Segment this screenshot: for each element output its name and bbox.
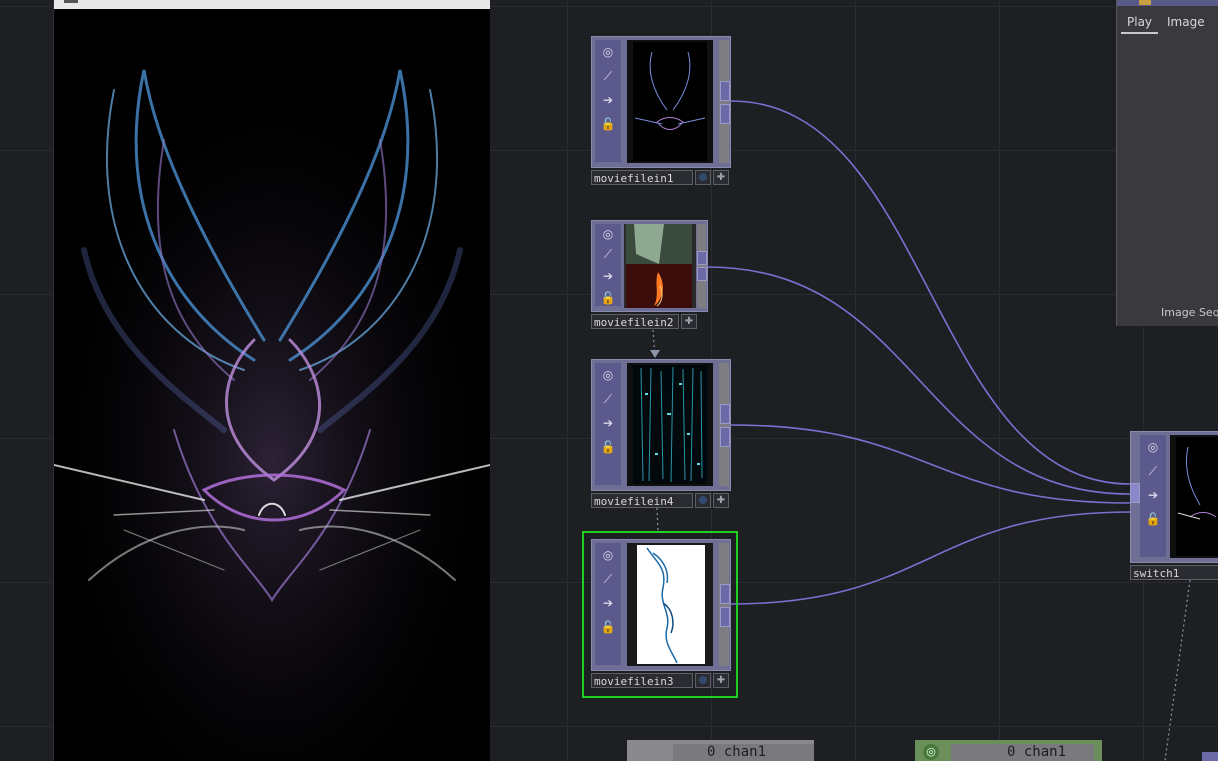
node-moviefilein1[interactable]: ◎ ⟋ ➔ 🔓 moviefilein1 ✚ [591, 36, 731, 186]
node-name-label[interactable]: moviefilein3 [591, 673, 693, 688]
dep-link-3 [1164, 579, 1191, 761]
node-name-label[interactable]: moviefilein1 [591, 170, 693, 185]
output-connector[interactable] [720, 607, 730, 627]
viewer-toggle-icon[interactable]: ◎ [600, 547, 616, 563]
node-switch1[interactable]: ◎ ⟋ ➔ 🔓 switch1 [1130, 431, 1218, 581]
node-thumbnail [627, 363, 713, 486]
wire-moviefilein3-switch1 [730, 511, 1131, 605]
node-name-label[interactable]: moviefilein4 [591, 493, 693, 508]
lock-icon[interactable]: 🔓 [600, 116, 616, 132]
bypass-arrow-icon[interactable]: ➔ [600, 415, 616, 431]
output-connector[interactable] [720, 427, 730, 447]
bypass-arrow-icon[interactable]: ➔ [600, 92, 616, 108]
lock-icon[interactable]: 🔓 [1145, 511, 1161, 527]
tab-image[interactable]: Image [1161, 12, 1211, 32]
chop-value: 0 chan1 [951, 744, 1094, 761]
node-sidebar: ◎ ⟋ ➔ 🔓 [595, 224, 621, 306]
node-output-rail [719, 543, 729, 666]
node-thumbnail [1170, 435, 1218, 558]
viewer-window-icon [64, 0, 78, 3]
node-sidebar: ◎ ⟋ ➔ 🔓 [595, 363, 621, 485]
output-connector[interactable] [720, 81, 730, 101]
node-output-rail [719, 40, 729, 163]
node-sidebar: ◎ ⟋ ➔ 🔓 [1140, 435, 1166, 557]
node-output-rail [719, 363, 729, 486]
node-thumbnail [624, 224, 696, 308]
bypass-arrow-icon[interactable]: ➔ [600, 268, 616, 284]
cook-icon[interactable]: ⟋ [600, 391, 616, 407]
viewer-toggle-icon[interactable]: ◎ [923, 744, 939, 760]
display-flag[interactable] [695, 673, 711, 688]
dep-link-2 [656, 507, 659, 533]
plus-icon[interactable]: ✚ [713, 673, 729, 688]
node-sidebar: ◎ ⟋ ➔ 🔓 [595, 543, 621, 665]
panel-header-strip [1117, 0, 1218, 6]
output-connector[interactable] [697, 267, 707, 281]
output-connector[interactable] [720, 404, 730, 424]
lock-icon[interactable]: 🔓 [600, 439, 616, 455]
plus-icon[interactable]: ✚ [681, 314, 697, 329]
node-thumbnail [627, 40, 713, 163]
viewer-toggle-icon[interactable]: ◎ [600, 226, 616, 242]
input-connector[interactable] [1130, 483, 1140, 503]
wire-moviefilein4-switch1 [730, 424, 1131, 504]
smoke-image [54, 10, 490, 760]
lock-icon[interactable]: 🔓 [600, 290, 616, 306]
node-partial[interactable] [1202, 752, 1218, 761]
cook-icon[interactable]: ⟋ [600, 571, 616, 587]
viewer-toggle-icon[interactable]: ◎ [600, 44, 616, 60]
node-output-rail [697, 224, 706, 308]
viewer-toggle-icon[interactable]: ◎ [600, 367, 616, 383]
output-connector[interactable] [697, 251, 707, 265]
wire-moviefilein1-switch1 [730, 100, 1131, 485]
tab-play[interactable]: Play [1121, 12, 1159, 34]
lock-icon[interactable]: 🔓 [600, 619, 616, 635]
output-connector[interactable] [720, 104, 730, 124]
node-name-label[interactable]: switch1 [1130, 565, 1218, 580]
panel-tabs: Play Image [1117, 12, 1218, 34]
node-moviefilein2[interactable]: ◎ ⟋ ➔ 🔓 moviefilein2 ✚ [591, 220, 708, 332]
output-connector[interactable] [720, 584, 730, 604]
panel-section-label: Image Seq [1161, 306, 1218, 319]
chop-value: 0 chan1 [673, 744, 814, 761]
node-moviefilein3[interactable]: ◎ ⟋ ➔ 🔓 moviefilein3 ✚ [591, 539, 731, 689]
node-moviefilein4[interactable]: ◎ ⟋ ➔ 🔓 moviefilein4 ✚ [591, 359, 731, 509]
node-name-label[interactable]: moviefilein2 [591, 314, 679, 329]
bypass-arrow-icon[interactable]: ➔ [1145, 487, 1161, 503]
node-chop-left[interactable]: 0 chan1 [627, 740, 814, 761]
viewer-titlebar[interactable] [54, 0, 490, 9]
cook-icon[interactable]: ⟋ [600, 246, 616, 262]
display-flag[interactable] [695, 170, 711, 185]
plus-icon[interactable]: ✚ [713, 493, 729, 508]
node-sidebar: ◎ ⟋ ➔ 🔓 [595, 40, 621, 162]
cook-icon[interactable]: ⟋ [1145, 463, 1161, 479]
panel-lock-icon[interactable] [1139, 0, 1151, 5]
parameter-panel[interactable]: Play Image Image Seq [1116, 0, 1218, 326]
plus-icon[interactable]: ✚ [713, 170, 729, 185]
viewer-toggle-icon[interactable]: ◎ [1145, 439, 1161, 455]
node-chop-right[interactable]: ◎ 0 chan1 [915, 740, 1102, 761]
display-flag[interactable] [695, 493, 711, 508]
image-viewer[interactable] [53, 0, 490, 761]
cook-icon[interactable]: ⟋ [600, 68, 616, 84]
node-thumbnail [627, 543, 713, 666]
bypass-arrow-icon[interactable]: ➔ [600, 595, 616, 611]
